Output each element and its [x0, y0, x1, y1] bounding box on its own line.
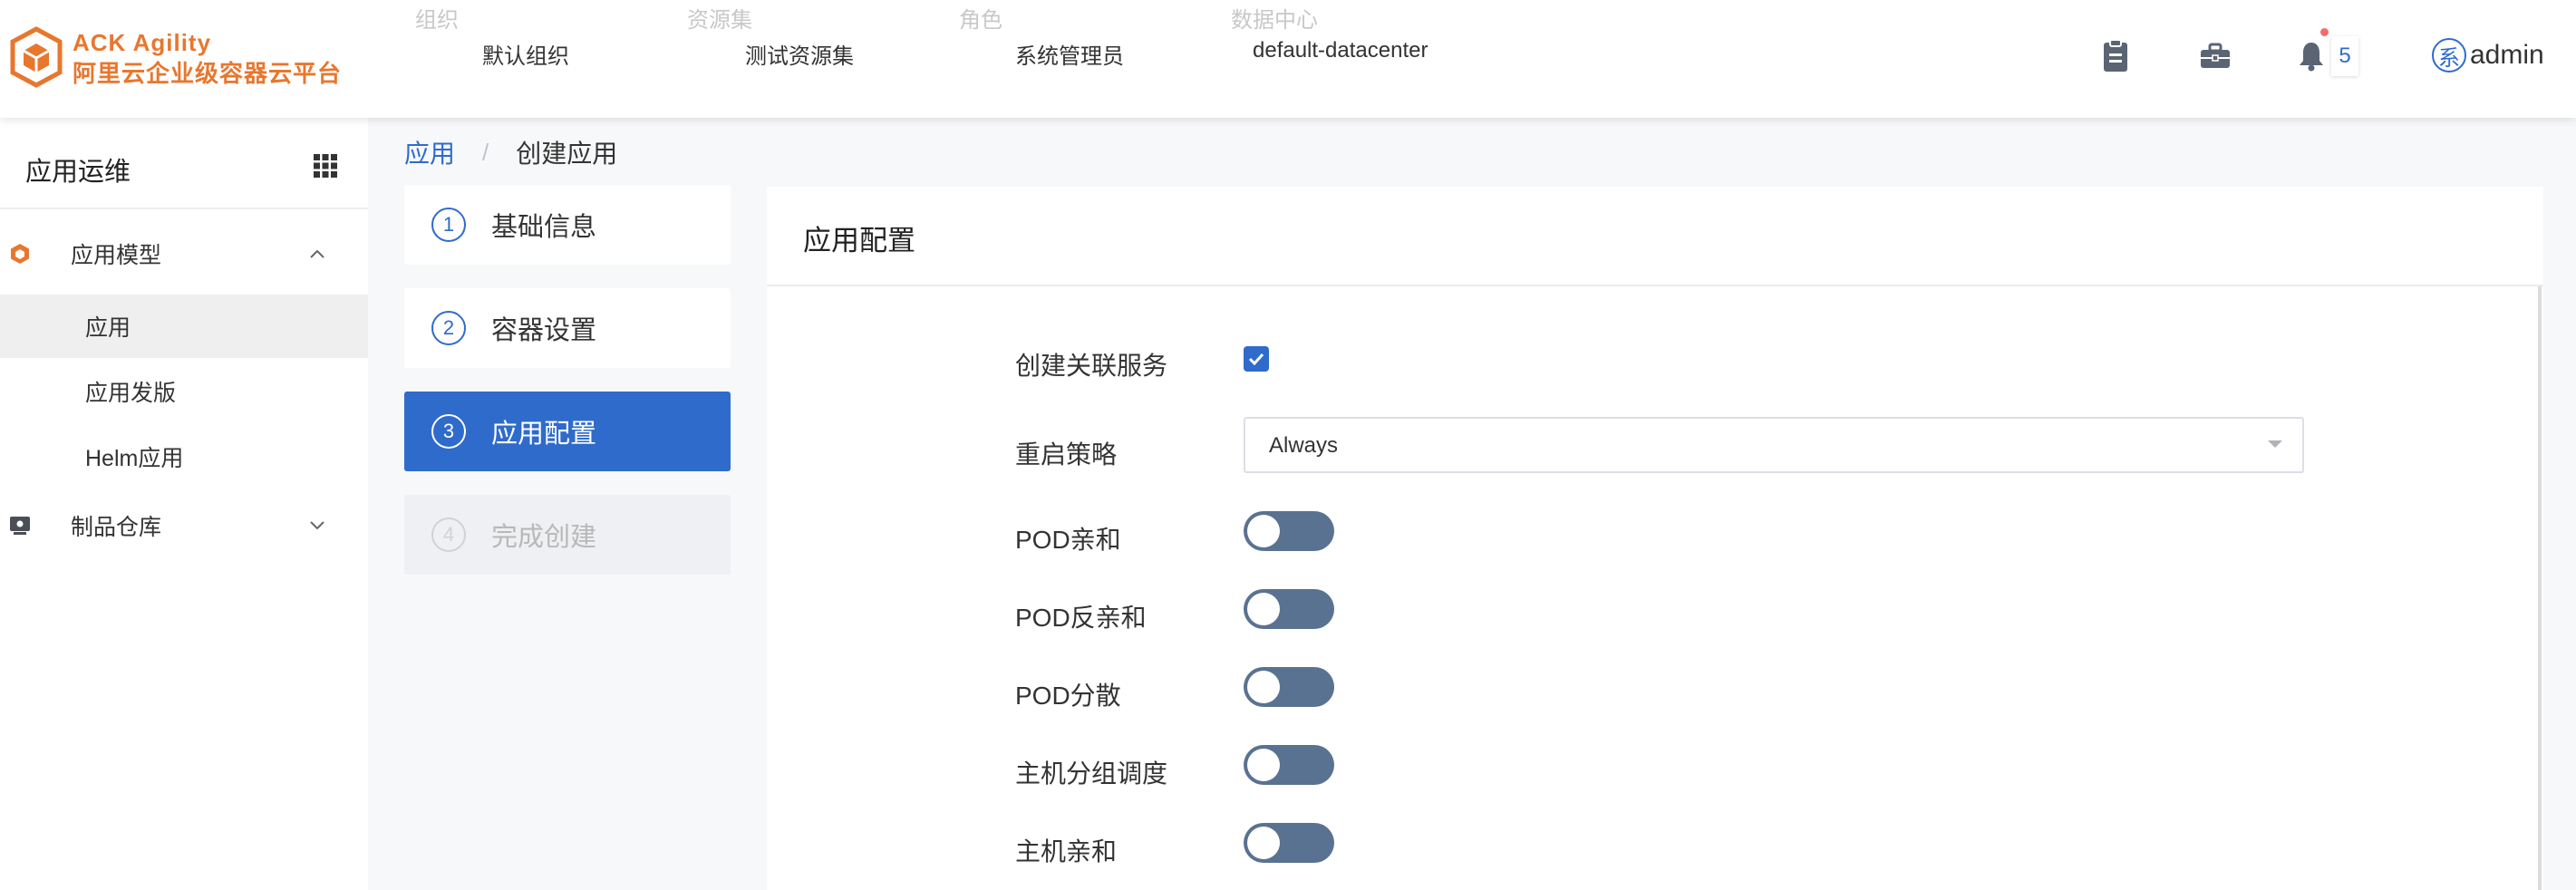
pod-anti-affinity-label: POD反亲和: [1015, 604, 1147, 632]
sidebar-item-app-release[interactable]: 应用发版: [0, 360, 368, 423]
create-service-checkbox[interactable]: [1244, 346, 1269, 372]
chevron-up-icon: [306, 243, 328, 265]
host-group-toggle[interactable]: [1244, 745, 1334, 785]
sidebar-item-helm-app[interactable]: Helm应用: [0, 425, 368, 489]
resource-set-selector-value[interactable]: 测试资源集: [745, 38, 854, 70]
org-selector-label: 组织: [415, 8, 459, 33]
role-selector-label: 角色: [959, 8, 1002, 33]
sidebar-title: 应用运维: [25, 158, 131, 187]
breadcrumb-separator: /: [482, 138, 489, 166]
apps-grid-icon[interactable]: [312, 152, 339, 179]
panel-scrollbar[interactable]: [2538, 286, 2542, 890]
notification-dot: [2320, 28, 2329, 36]
panel-title: 应用配置: [803, 225, 915, 256]
avatar: 系: [2432, 38, 2466, 73]
step-label: 基础信息: [491, 213, 597, 242]
step-finish: 4 完成创建: [404, 495, 731, 575]
brand-line2: 阿里云企业级容器云平台: [73, 60, 343, 87]
ack-logo-icon: [10, 26, 63, 88]
sidebar-divider: [0, 208, 368, 209]
sidebar-item-label: 应用发版: [85, 381, 177, 406]
step-label: 应用配置: [491, 420, 597, 449]
step-number: 1: [431, 208, 466, 242]
restart-policy-select[interactable]: Always: [1244, 417, 2304, 473]
user-menu[interactable]: 系 admin: [2432, 38, 2544, 73]
step-basic-info[interactable]: 1 基础信息: [404, 185, 731, 265]
sidebar-group-label: 制品仓库: [71, 515, 162, 540]
role-selector-value[interactable]: 系统管理员: [1015, 38, 1124, 70]
document-icon[interactable]: [2096, 36, 2135, 76]
pod-spread-toggle[interactable]: [1244, 667, 1334, 707]
check-icon: [1248, 353, 1264, 365]
host-affinity-toggle[interactable]: [1244, 823, 1334, 863]
caret-down-icon: [2268, 440, 2282, 448]
step-container-settings[interactable]: 2 容器设置: [404, 288, 731, 368]
repository-icon: [9, 515, 31, 537]
step-app-config[interactable]: 3 应用配置: [404, 392, 731, 471]
pod-spread-label: POD分散: [1015, 682, 1121, 710]
toolbox-icon[interactable]: [2195, 36, 2235, 76]
step-number: 2: [431, 311, 466, 345]
step-number: 3: [431, 414, 466, 449]
toggle-knob: [1247, 515, 1280, 547]
panel-divider: [767, 285, 2543, 286]
sidebar: 应用运维 应用模型 应用 应用发版 Helm应用 制品仓库: [0, 118, 368, 890]
hexagon-icon: [9, 243, 31, 265]
notification-count[interactable]: 5: [2331, 36, 2358, 76]
pod-anti-affinity-toggle[interactable]: [1244, 589, 1334, 629]
toggle-knob: [1247, 827, 1280, 859]
step-label: 容器设置: [491, 316, 597, 345]
top-header: ACK Agility 阿里云企业级容器云平台 组织 默认组织 资源集 测试资源…: [0, 0, 2576, 118]
brand-name: ACK Agility 阿里云企业级容器云平台: [73, 31, 342, 85]
host-affinity-label: 主机亲和: [1015, 837, 1118, 866]
username: admin: [2470, 40, 2544, 70]
sidebar-item-label: 应用: [85, 315, 131, 341]
datacenter-selector-value[interactable]: default-datacenter: [1253, 38, 1428, 63]
restart-policy-value: Always: [1269, 433, 1339, 458]
sidebar-item-label: Helm应用: [85, 446, 184, 471]
create-service-label: 创建关联服务: [1015, 352, 1168, 380]
sidebar-group-artifact-repo[interactable]: 制品仓库: [0, 498, 368, 553]
host-group-label: 主机分组调度: [1015, 759, 1168, 788]
breadcrumb-link-app[interactable]: 应用: [404, 134, 455, 170]
breadcrumb: 应用 / 创建应用: [404, 134, 617, 170]
step-label: 完成创建: [491, 523, 597, 552]
breadcrumb-current: 创建应用: [516, 140, 618, 168]
sidebar-group-app-model[interactable]: 应用模型: [0, 227, 368, 281]
sidebar-item-app[interactable]: 应用: [0, 295, 368, 358]
brand-line1: ACK Agility: [73, 29, 212, 56]
toggle-knob: [1247, 671, 1280, 703]
pod-affinity-label: POD亲和: [1015, 526, 1121, 554]
app-config-panel: 应用配置 创建关联服务 重启策略 Always POD亲和 POD反亲和 POD…: [767, 187, 2543, 890]
restart-policy-label: 重启策略: [1015, 440, 1118, 469]
datacenter-selector-label: 数据中心: [1231, 8, 1318, 33]
sidebar-group-label: 应用模型: [71, 243, 162, 268]
bell-icon[interactable]: [2291, 36, 2331, 76]
step-number: 4: [431, 518, 466, 552]
chevron-down-icon: [306, 515, 328, 537]
resource-set-selector-label: 资源集: [687, 8, 752, 33]
toggle-knob: [1247, 593, 1280, 625]
toggle-knob: [1247, 749, 1280, 781]
org-selector-value[interactable]: 默认组织: [482, 38, 569, 70]
pod-affinity-toggle[interactable]: [1244, 511, 1334, 551]
